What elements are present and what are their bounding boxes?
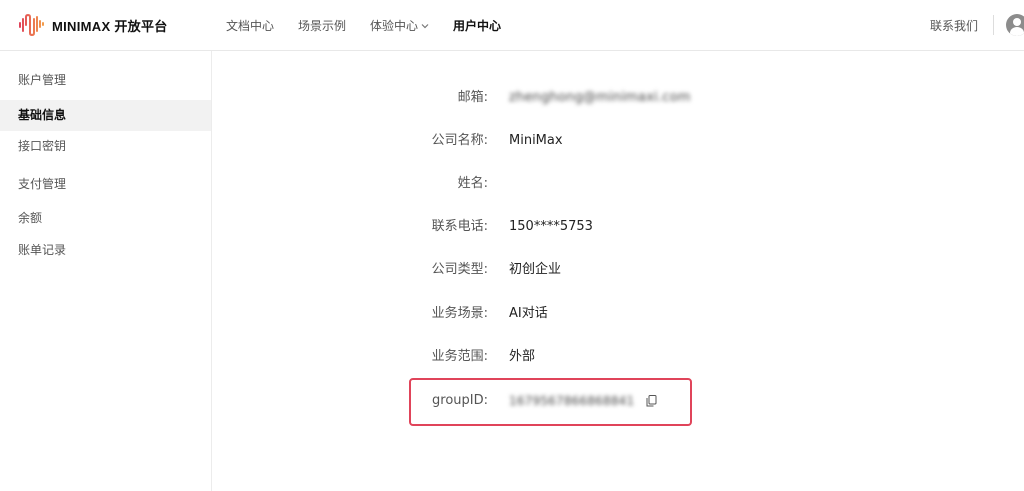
brand-logo[interactable]: MINIMAX 开放平台	[18, 12, 168, 38]
field-label: 联系电话:	[431, 219, 488, 234]
field-value-phone: 150****5753	[509, 219, 593, 234]
nav-docs-label: 文档中心	[226, 19, 275, 33]
contact-us-link[interactable]: 联系我们	[930, 0, 978, 51]
field-label: 业务范围:	[431, 349, 488, 364]
chevron-down-icon	[421, 23, 429, 28]
sidebar-item-label: 余额	[18, 211, 43, 225]
field-value-company-name: MiniMax	[509, 133, 563, 148]
header-divider	[993, 15, 994, 35]
field-value-email: zhenghong@minimaxi.com	[509, 90, 691, 105]
copy-icon[interactable]	[646, 395, 657, 407]
field-label: groupID:	[432, 393, 488, 408]
field-value-company-type: 初创企业	[509, 262, 562, 277]
sidebar-item-balance[interactable]: 余额	[0, 203, 211, 234]
field-label: 公司类型:	[431, 262, 488, 277]
user-avatar-icon[interactable]	[1006, 14, 1024, 36]
nav-examples-label: 场景示例	[298, 19, 347, 33]
sidebar-item-label: 接口密钥	[18, 139, 67, 153]
top-header: MINIMAX 开放平台 文档中心 场景示例 体验中心 用户中心 联系我们	[0, 0, 1024, 51]
nav-user-center-label: 用户中心	[453, 19, 502, 33]
nav-experience-label: 体验中心	[370, 19, 419, 33]
nav-user-center[interactable]: 用户中心	[453, 17, 501, 34]
sidebar: 账户管理 基础信息 接口密钥 支付管理 余额 账单记录	[0, 51, 212, 491]
sidebar-item-label: 账单记录	[18, 243, 67, 257]
sidebar-item-basic-info[interactable]: 基础信息	[0, 100, 211, 131]
sidebar-item-account-management[interactable]: 账户管理	[0, 65, 211, 96]
minimax-wave-icon	[19, 13, 44, 37]
sidebar-item-label: 账户管理	[18, 73, 67, 87]
sidebar-item-billing-records[interactable]: 账单记录	[0, 235, 211, 266]
field-label: 公司名称:	[431, 133, 488, 148]
nav-docs[interactable]: 文档中心	[226, 17, 274, 34]
brand-name: MINIMAX 开放平台	[52, 18, 168, 34]
nav-experience[interactable]: 体验中心	[370, 17, 429, 34]
field-value-business-scenario: AI对话	[509, 306, 548, 321]
main-nav: 文档中心 场景示例 体验中心 用户中心	[226, 0, 525, 51]
field-value-business-scope: 外部	[509, 349, 536, 364]
field-label: 业务场景:	[431, 306, 488, 321]
nav-examples[interactable]: 场景示例	[298, 17, 346, 34]
sidebar-item-api-keys[interactable]: 接口密钥	[0, 131, 211, 162]
sidebar-item-payment-management[interactable]: 支付管理	[0, 169, 211, 200]
field-label: 姓名:	[457, 176, 488, 191]
sidebar-item-label: 基础信息	[18, 108, 67, 122]
field-label: 邮箱:	[457, 90, 488, 105]
field-value-group-id: 1679567866868841	[509, 394, 635, 408]
sidebar-item-label: 支付管理	[18, 177, 67, 191]
